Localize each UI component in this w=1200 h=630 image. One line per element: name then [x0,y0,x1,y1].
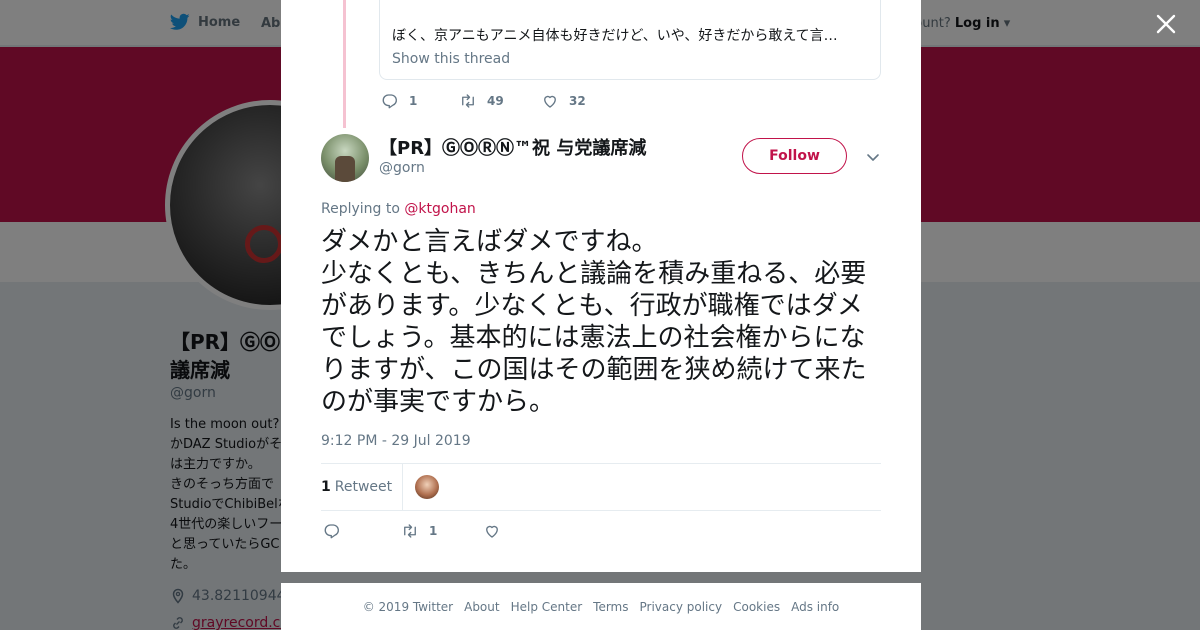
prev-like-button[interactable]: 32 [541,92,586,110]
follow-button[interactable]: Follow [742,138,847,174]
retweeter-avatar[interactable] [415,475,440,499]
tweet-text: ダメかと言えばダメですね。 少なくとも、きちんと議論を積み重ねる、必要があります… [321,227,867,417]
thread-connector-line [343,0,346,128]
like-icon [544,95,556,108]
retweet-stat-label: Retweet [334,479,393,495]
retweet-button[interactable]: 1 [401,522,483,540]
prev-reply-count: 1 [409,94,418,108]
tweet-author-name[interactable]: 【PR】ⒼⓄⓇⓃ™祝 与党議席減 [379,134,646,160]
quoted-tweet-card[interactable]: ぼく、京アニもアニメ自体も好きだけど、いや、好きだから敢えて言… Show th… [379,0,881,80]
footer-help-link[interactable]: Help Center [511,600,583,614]
prev-reply-button[interactable]: 1 [381,92,459,110]
tweet-timestamp[interactable]: 9:12 PM - 29 Jul 2019 [321,433,471,449]
footer: © 2019 Twitter About Help Center Terms P… [281,583,921,630]
footer-ads-link[interactable]: Ads info [791,600,839,614]
retweet-icon [462,94,474,108]
footer-copyright: © 2019 Twitter [362,599,454,614]
tweet-actions: 1 [323,522,501,540]
retweet-stat[interactable]: 1 Retweet [321,464,404,510]
chevron-down-icon[interactable] [864,148,882,166]
tweet-stats: 1 Retweet [321,463,881,511]
reply-icon [382,94,397,109]
previous-tweet-actions: 1 49 32 [381,92,586,110]
reply-icon [324,524,339,539]
prev-retweet-button[interactable]: 49 [459,92,541,110]
replying-to-link[interactable]: @ktgohan [404,201,475,217]
footer-cookies-link[interactable]: Cookies [733,600,780,614]
quoted-tweet-text: ぼく、京アニもアニメ自体も好きだけど、いや、好きだから敢えて言… [392,28,838,44]
like-icon [486,525,498,538]
retweet-icon [404,524,416,538]
footer-privacy-link[interactable]: Privacy policy [640,600,723,614]
replying-to-line: Replying to @ktgohan [321,201,476,217]
prev-like-count: 32 [569,94,586,108]
tweet-author-handle[interactable]: @gorn [379,160,425,176]
replying-prefix: Replying to [321,201,400,217]
prev-retweet-count: 49 [487,94,504,108]
close-icon[interactable] [1155,13,1177,35]
retweet-stat-count: 1 [321,479,331,495]
footer-terms-link[interactable]: Terms [593,600,628,614]
tweet-author-avatar[interactable] [321,134,369,182]
footer-about-link[interactable]: About [464,600,499,614]
retweet-count: 1 [429,524,438,538]
reply-button[interactable] [323,522,401,540]
like-button[interactable] [483,522,501,540]
show-thread-link[interactable]: Show this thread [392,51,510,67]
